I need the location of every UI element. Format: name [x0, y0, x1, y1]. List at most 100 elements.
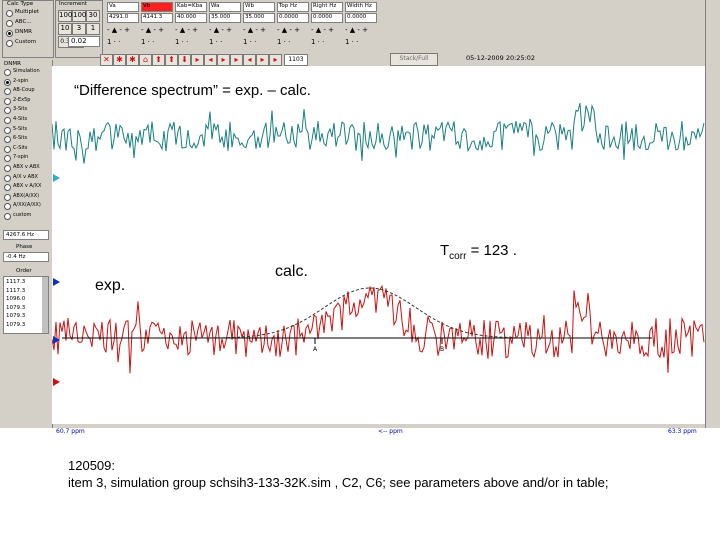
increment-button[interactable]: 30	[86, 10, 100, 22]
param-header: Right Hz	[311, 2, 343, 12]
spin-option-radio[interactable]	[4, 136, 11, 144]
param-header: Wb	[243, 2, 275, 12]
spectrum-svg: AB	[52, 102, 705, 374]
app-window: Calc Type Multiplet ABC... DNMR Custom Incr…	[0, 0, 720, 435]
calc-label: calc.	[275, 263, 308, 280]
param-step-value: 1 · ·	[277, 38, 291, 46]
spin-option-label: 5-Sits	[13, 125, 28, 132]
param-value-field[interactable]: 0.0000	[345, 13, 377, 23]
param-header: Wa	[209, 2, 241, 12]
phase-field[interactable]: -0.4 Hz	[3, 252, 49, 262]
toolbar-arrow-icon[interactable]: ◂	[243, 54, 256, 66]
param-step-controls[interactable]: - ▲ - +	[107, 26, 130, 34]
spin-option-label: AB-Coup	[13, 87, 35, 94]
toolbar-arrow-icon[interactable]: ✱	[113, 54, 126, 66]
param-column: Wa 35.000 - ▲ - + 1 · ·	[208, 2, 241, 52]
caption-line-1: 120509:	[68, 458, 115, 473]
param-step-controls[interactable]: - ▲ - +	[345, 26, 368, 34]
increment-input[interactable]: 0.02	[68, 36, 100, 47]
order-list-item[interactable]: 1079.3	[6, 305, 25, 311]
param-step-controls[interactable]: - ▲ - +	[209, 26, 232, 34]
spin-option-radio[interactable]	[4, 69, 11, 76]
increment-button[interactable]: 10	[58, 23, 72, 35]
increment-button[interactable]: 1	[86, 23, 100, 35]
spin-option-radio[interactable]	[4, 213, 11, 220]
spin-option-radio[interactable]	[4, 126, 11, 134]
param-step-controls[interactable]: - ▲ - +	[243, 26, 266, 34]
toolbar-arrow-icon[interactable]: ⬆	[152, 54, 165, 66]
spin-option-label: 2-spin	[13, 77, 29, 84]
spin-option-radio[interactable]	[4, 193, 11, 201]
calc-type-radio[interactable]	[6, 20, 13, 27]
param-value-field[interactable]: 35.000	[209, 13, 241, 23]
param-value-field[interactable]: 35.000	[243, 13, 275, 23]
toolbar-arrow-icon[interactable]: ⬇	[178, 54, 191, 66]
param-value-field[interactable]: 4291.0	[107, 13, 139, 23]
order-list[interactable]: 1117.3 1117.3 1096.0 1079.3 1079.3 1079.3	[3, 276, 49, 334]
right-scroll-strip[interactable]	[705, 0, 720, 428]
order-list-item[interactable]: 1079.3	[6, 322, 25, 328]
red-trace-marker-icon[interactable]	[53, 378, 60, 386]
param-step-value: 1 · ·	[141, 38, 155, 46]
spin-option-radio[interactable]	[4, 174, 11, 182]
blue-trace-marker-icon-2[interactable]	[53, 336, 60, 344]
center-ppm-label: <-- ppm	[378, 428, 403, 435]
param-value-field[interactable]: 4141.3	[141, 13, 173, 23]
toolbar-arrow-icon[interactable]: ✱	[126, 54, 139, 66]
blue-trace-marker-icon[interactable]	[53, 278, 60, 286]
param-column: Wb 35.000 - ▲ - + 1 · ·	[242, 2, 275, 52]
param-step-controls[interactable]: - ▲ - +	[311, 26, 334, 34]
cyan-trace-marker-icon[interactable]	[53, 174, 60, 182]
toolbar-arrow-icon[interactable]: ▸	[230, 54, 243, 66]
calc-type-option-label: Multiplet	[15, 9, 40, 15]
order-list-item[interactable]: 1096.0	[6, 296, 25, 302]
toolbar-arrow-icon[interactable]: ✕	[100, 54, 113, 66]
toolbar-arrow-icon[interactable]: ▸	[256, 54, 269, 66]
order-scrollbar[interactable]	[42, 277, 48, 333]
toolbar-arrow-icon[interactable]: ◂	[204, 54, 217, 66]
param-step-controls[interactable]: - ▲ - +	[277, 26, 300, 34]
spin-option-radio[interactable]	[4, 145, 11, 153]
spin-option-radio[interactable]	[4, 88, 11, 96]
order-list-item[interactable]: 1117.3	[6, 279, 25, 285]
toolbar-arrow-icon[interactable]: ⌂	[139, 54, 152, 66]
spin-option-label: 6-Sits	[13, 135, 28, 142]
toolbar-arrow-icon[interactable]: ▸	[269, 54, 282, 66]
left-ppm-label: 60.7 ppm	[56, 428, 85, 435]
calc-type-radio[interactable]	[6, 10, 13, 17]
param-step-controls[interactable]: - ▲ - +	[175, 26, 198, 34]
spin-option-radio[interactable]	[4, 155, 11, 163]
spin-option-radio[interactable]	[4, 165, 11, 172]
param-value-field[interactable]: 0.0000	[277, 13, 309, 23]
toolbar-arrow-icon[interactable]: ⬆	[165, 54, 178, 66]
calc-type-radio[interactable]	[6, 30, 13, 37]
param-value-field[interactable]: 0.0000	[311, 13, 343, 23]
increment-button[interactable]: 1000	[58, 10, 77, 22]
calc-type-option-label: DNMR	[15, 29, 32, 35]
order-list-item[interactable]: 1117.3	[6, 288, 25, 294]
spectrum-plot[interactable]: AB	[52, 66, 705, 424]
spin-option-radio[interactable]	[4, 107, 11, 115]
param-value-field[interactable]: 40.000	[175, 13, 207, 23]
order-list-item[interactable]: 1079.3	[6, 313, 25, 319]
param-step-value: 1 · ·	[107, 38, 121, 46]
toolbar-arrow-icon[interactable]: ▸	[217, 54, 230, 66]
spin-option-radio[interactable]	[4, 78, 11, 86]
param-step-value: 1 · ·	[243, 38, 257, 46]
stack-full-button[interactable]: Stack/Full	[390, 53, 438, 66]
toolbar-arrow-icon[interactable]: ▸	[191, 54, 204, 66]
param-column: Vb 4141.3 - ▲ - + 1 · ·	[140, 2, 173, 52]
increment-button[interactable]: 3	[72, 23, 86, 35]
peak-marker-b: B	[440, 346, 444, 353]
spin-option-radio[interactable]	[4, 184, 11, 192]
spin-option-radio[interactable]	[4, 203, 11, 211]
param-step-controls[interactable]: - ▲ - +	[141, 26, 164, 34]
right-ppm-label: 63.3 ppm	[668, 428, 697, 435]
increment-button[interactable]: 100	[72, 10, 86, 22]
spin-option-radio[interactable]	[4, 117, 11, 124]
left-panel: DNMR Simulation 2-spin AB-Coup 2-Ex5p 3-Sits…	[0, 60, 53, 428]
frequency-field[interactable]: 4267.6 Hz	[3, 230, 49, 240]
calc-type-radio[interactable]	[6, 40, 13, 47]
spin-option-label: A/XX(A/XX)	[13, 202, 41, 209]
spin-option-radio[interactable]	[4, 97, 11, 105]
